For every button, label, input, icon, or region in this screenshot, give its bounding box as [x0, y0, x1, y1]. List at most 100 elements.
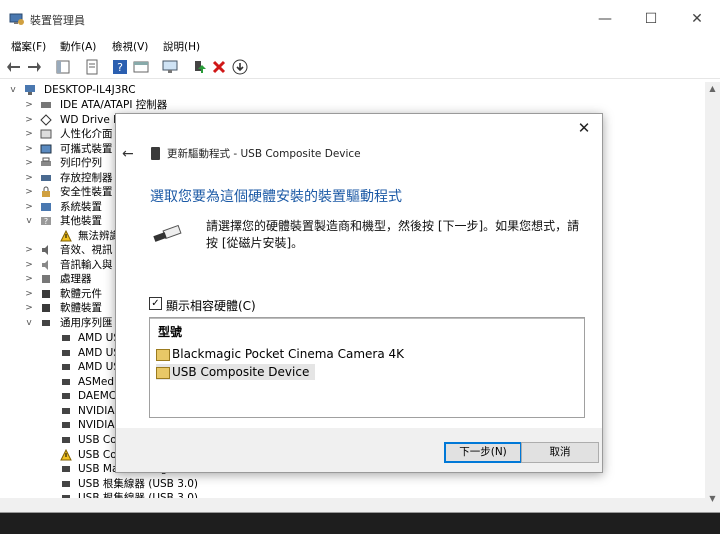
expand-chevron-icon[interactable]: > — [24, 258, 34, 272]
scroll-up-icon[interactable]: ▲ — [707, 84, 718, 94]
minimize-button[interactable]: — — [582, 0, 628, 38]
tree-item-label: 軟體元件 — [60, 288, 102, 300]
usb-device-icon — [62, 422, 70, 428]
expand-chevron-icon[interactable]: > — [24, 200, 34, 214]
menu-view[interactable]: 檢視(V) — [112, 39, 148, 54]
usb-device-label: AMD US — [78, 347, 121, 359]
view-icon[interactable] — [133, 59, 149, 75]
tree-item-label: 人性化介面 — [60, 128, 113, 140]
tree-item-label: 存放控制器 — [60, 172, 113, 184]
model-column-header[interactable]: 型號 — [158, 323, 182, 340]
column-divider — [150, 318, 584, 321]
window-title: 裝置管理員 — [30, 14, 85, 27]
tree-item-label: 音訊輸入與 — [60, 259, 113, 271]
tree-item-label: 其他裝置 — [60, 215, 102, 227]
warning-icon — [60, 230, 72, 242]
expand-chevron-icon[interactable]: > — [24, 142, 34, 156]
tree-root-label: DESKTOP-IL4J3RC — [44, 84, 136, 96]
hid-icon — [40, 129, 52, 139]
vertical-scrollbar[interactable]: ▲ ▼ — [705, 82, 720, 512]
svg-text:?: ? — [44, 217, 48, 226]
tree-item-label: 軟體裝置 — [60, 302, 102, 314]
show-hide-tree-icon[interactable] — [55, 59, 71, 75]
expand-chevron-icon[interactable]: > — [24, 243, 34, 257]
usb-device-icon — [62, 408, 70, 414]
usb-device-label: AMD US — [78, 361, 121, 373]
model-list-item[interactable]: Blackmagic Pocket Cinema Camera 4K — [156, 346, 410, 362]
driver-icon — [156, 367, 170, 379]
usb-device-label: USB Co — [78, 434, 117, 446]
expand-chevron-icon[interactable]: > — [24, 127, 34, 141]
security-device-icon — [42, 186, 50, 197]
maximize-button[interactable]: ☐ — [628, 0, 674, 38]
tree-item-label: 列印佇列 — [60, 157, 102, 169]
model-name: Blackmagic Pocket Cinema Camera 4K — [172, 347, 405, 361]
scan-hardware-icon[interactable] — [162, 59, 178, 75]
printer-icon — [41, 157, 51, 166]
collapse-chevron-icon[interactable]: v — [8, 83, 18, 97]
usb-device-icon — [62, 481, 70, 487]
usb-controller-icon — [42, 320, 50, 326]
horizontal-scrollbar[interactable] — [0, 498, 705, 512]
device-manager-icon — [9, 13, 24, 25]
menu-action[interactable]: 動作(A) — [60, 39, 96, 54]
usb-device-icon — [62, 335, 70, 341]
software-device-icon — [42, 304, 50, 312]
back-arrow-icon[interactable]: ← — [122, 146, 134, 162]
usb-device-icon — [151, 147, 160, 160]
expand-chevron-icon[interactable]: > — [24, 301, 34, 315]
cancel-button[interactable]: 取消 — [521, 442, 599, 463]
menu-file[interactable]: 檔案(F) — [11, 39, 46, 54]
tree-item-label: 音效、視訊 — [60, 244, 113, 256]
dialog-heading: 選取您要為這個硬體安裝的裝置驅動程式 — [150, 189, 402, 205]
close-button[interactable]: ✕ — [674, 0, 720, 38]
properties-icon[interactable] — [84, 59, 100, 75]
model-list-item-selected[interactable]: USB Composite Device — [156, 364, 316, 380]
update-driver-dialog: ✕ ← 更新驅動程式 - USB Composite Device 選取您要為這… — [115, 113, 603, 473]
next-button[interactable]: 下一步(N) — [444, 442, 522, 463]
usb-device-label: ASMedi — [78, 376, 117, 388]
download-icon[interactable] — [232, 59, 248, 75]
usb-device-icon — [62, 393, 70, 399]
expand-chevron-icon[interactable]: > — [24, 171, 34, 185]
tree-item-label: WD Drive M — [60, 114, 123, 126]
warning-icon — [60, 449, 72, 461]
dialog-header: 更新驅動程式 - USB Composite Device — [167, 148, 361, 160]
usb-device-icon — [62, 437, 70, 443]
expand-chevron-icon[interactable]: > — [24, 113, 34, 127]
collapse-chevron-icon[interactable]: v — [24, 316, 34, 330]
dialog-close-icon[interactable]: ✕ — [574, 118, 594, 138]
tree-item-label: 安全性裝置 — [60, 186, 113, 198]
collapse-chevron-icon[interactable]: v — [24, 214, 34, 228]
tree-item-label: 處理器 — [60, 273, 92, 285]
show-compatible-label[interactable]: 顯示相容硬體(C) — [166, 297, 256, 314]
model-list[interactable]: 型號 Blackmagic Pocket Cinema Camera 4K US… — [149, 317, 585, 418]
help-icon[interactable]: ? — [112, 59, 128, 75]
menu-help[interactable]: 說明(H) — [163, 39, 200, 54]
expand-chevron-icon[interactable]: > — [24, 98, 34, 112]
tree-item-label: 系統裝置 — [60, 201, 102, 213]
expand-chevron-icon[interactable]: > — [24, 156, 34, 170]
expand-chevron-icon[interactable]: > — [24, 185, 34, 199]
forward-arrow-icon[interactable] — [26, 59, 42, 75]
usb-cable-icon — [153, 224, 182, 242]
audio-io-icon — [42, 260, 48, 270]
processor-icon — [42, 275, 50, 283]
expand-chevron-icon[interactable]: > — [24, 272, 34, 286]
scroll-down-icon[interactable]: ▼ — [707, 494, 718, 504]
update-driver-icon[interactable] — [191, 59, 207, 75]
menu-bar: 檔案(F) 動作(A) 檢視(V) 說明(H) — [0, 36, 720, 56]
dialog-footer: 下一步(N) 取消 — [116, 428, 602, 472]
storage-controller-icon — [41, 175, 51, 181]
expand-chevron-icon[interactable]: > — [24, 287, 34, 301]
back-arrow-icon[interactable] — [6, 59, 22, 75]
show-compatible-checkbox[interactable]: ✓ — [149, 297, 162, 310]
uninstall-icon[interactable] — [211, 59, 227, 75]
software-component-icon — [42, 290, 50, 298]
usb-device-label: DAEMC — [78, 390, 117, 402]
other-devices-icon: ? — [41, 217, 51, 226]
ide-controller-icon — [41, 102, 51, 108]
wd-drive-icon — [40, 114, 52, 126]
tree-item-label: 通用序列匯 — [60, 317, 113, 329]
svg-text:?: ? — [117, 61, 123, 74]
